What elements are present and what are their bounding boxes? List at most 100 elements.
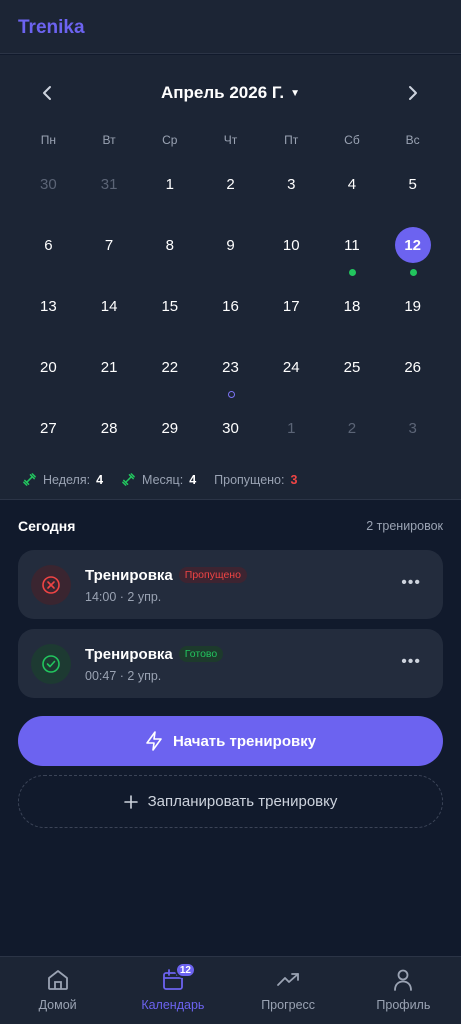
calendar-day[interactable]: 30 <box>200 399 261 460</box>
month-selector[interactable]: Апрель 2026 Г. ▼ <box>0 83 461 103</box>
day-number: 30 <box>222 419 239 437</box>
chevron-right-icon <box>409 86 417 100</box>
workout-meta: 00:47 · 2 упр. <box>85 669 161 683</box>
day-number: 3 <box>408 419 417 437</box>
more-options-icon[interactable]: ••• <box>401 653 421 671</box>
more-options-icon[interactable]: ••• <box>401 574 421 592</box>
tab-progress[interactable]: Прогресс <box>231 957 346 1024</box>
weekday-label: Вт <box>102 133 116 147</box>
calendar-day[interactable]: 15 <box>139 277 200 338</box>
calendar-week: 27 28 29 30 1 2 3 <box>18 399 443 460</box>
stat-missed: Пропущено: 3 <box>214 473 297 487</box>
day-number: 7 <box>104 236 114 254</box>
day-number: 30 <box>40 175 57 193</box>
plan-workout-button[interactable]: Запланировать тренировку <box>18 775 443 828</box>
calendar-day[interactable]: 9 <box>200 216 261 277</box>
calendar-day[interactable]: 25 <box>322 338 383 399</box>
home-icon <box>47 970 68 990</box>
calendar-day[interactable]: 10 <box>261 216 322 277</box>
done-status-icon <box>31 644 71 684</box>
day-number: 26 <box>404 358 422 376</box>
day-number: 2 <box>226 175 235 193</box>
day-number: 20 <box>40 358 57 376</box>
calendar-day[interactable]: 14 <box>79 277 140 338</box>
tab-profile[interactable]: Профиль <box>346 957 461 1024</box>
stat-missed-value: 3 <box>290 472 298 487</box>
calendar-day[interactable]: 11 <box>322 216 383 277</box>
day-number: 31 <box>100 175 118 193</box>
calendar-day[interactable]: 21 <box>79 338 140 399</box>
calendar-day[interactable]: 20 <box>18 338 79 399</box>
calendar-day[interactable]: 7 <box>79 216 140 277</box>
calendar-day[interactable]: 17 <box>261 277 322 338</box>
calendar-grid: 30 31 1 2 3 4 5 6 7 8 9 10 11 12 13 14 15 16 17 18 19 20 21 22 2… <box>18 155 443 460</box>
day-number: 4 <box>347 175 357 193</box>
day-number: 28 <box>100 419 118 437</box>
weekday-label: Пн <box>40 133 56 147</box>
calendar-week: 6 7 8 9 10 11 12 <box>18 216 443 277</box>
next-month-button[interactable] <box>398 80 428 106</box>
calendar-day[interactable]: 24 <box>261 338 322 399</box>
weekday-label: Сб <box>344 133 360 147</box>
completed-workout-dot <box>348 269 356 276</box>
workout-exercises: 2 упр. <box>127 590 162 604</box>
workout-card[interactable]: Тренировка Готово 00:47 · 2 упр. ••• <box>18 629 443 698</box>
workout-title-row: Тренировка Готово <box>85 646 224 663</box>
day-number: 1 <box>287 419 296 437</box>
calendar-day-today[interactable]: 12 <box>382 216 443 277</box>
day-number: 5 <box>408 175 417 193</box>
calendar-day[interactable]: 31 <box>79 155 140 216</box>
calendar-day[interactable]: 18 <box>322 277 383 338</box>
stat-week: Неделя: 4 <box>22 472 103 487</box>
day-number: 6 <box>44 236 53 254</box>
stat-week-label: Неделя: <box>43 472 91 487</box>
day-number: 18 <box>343 297 361 315</box>
tab-home[interactable]: Домой <box>0 957 115 1024</box>
calendar-day[interactable]: 29 <box>139 399 200 460</box>
calendar-day[interactable]: 30 <box>18 155 79 216</box>
calendar-day[interactable]: 4 <box>322 155 383 216</box>
completed-workout-dot <box>409 269 417 276</box>
calendar-day[interactable]: 6 <box>18 216 79 277</box>
day-number: 12 <box>394 227 431 263</box>
calendar-day[interactable]: 22 <box>139 338 200 399</box>
stat-missed-label: Пропущено: <box>214 472 285 487</box>
day-number: 29 <box>161 419 179 437</box>
plus-icon <box>123 794 138 809</box>
calendar-day[interactable]: 5 <box>382 155 443 216</box>
tab-calendar[interactable]: 12 Календарь <box>115 957 230 1024</box>
calendar-day[interactable]: 26 <box>382 338 443 399</box>
calendar-day[interactable]: 8 <box>139 216 200 277</box>
calendar-day[interactable]: 2 <box>200 155 261 216</box>
plan-workout-label: Запланировать тренировку <box>147 793 338 810</box>
workout-title-row: Тренировка Пропущено <box>85 567 247 584</box>
caret-down-icon: ▼ <box>290 88 301 99</box>
dumbbell-icon <box>122 473 135 486</box>
workout-card[interactable]: Тренировка Пропущено 14:00 · 2 упр. ••• <box>18 550 443 619</box>
calendar-week: 30 31 1 2 3 4 5 <box>18 155 443 216</box>
calendar-week: 20 21 22 23 24 25 26 <box>18 338 443 399</box>
calendar-day[interactable]: 2 <box>322 399 383 460</box>
calendar-day[interactable]: 13 <box>18 277 79 338</box>
calendar-day[interactable]: 19 <box>382 277 443 338</box>
workout-exercises: 2 упр. <box>127 669 162 683</box>
calendar-day[interactable]: 28 <box>79 399 140 460</box>
calendar-day[interactable]: 27 <box>18 399 79 460</box>
calendar-day[interactable]: 16 <box>200 277 261 338</box>
tab-label: Календарь <box>141 998 205 1012</box>
calendar-day[interactable]: 3 <box>261 155 322 216</box>
day-number: 17 <box>282 297 300 315</box>
stat-month-label: Месяц: <box>142 472 184 487</box>
calendar-day[interactable]: 1 <box>139 155 200 216</box>
day-number: 2 <box>347 419 357 437</box>
lightning-icon <box>146 731 162 751</box>
calendar-day[interactable]: 1 <box>261 399 322 460</box>
start-workout-button[interactable]: Начать тренировку <box>18 716 443 766</box>
day-number: 21 <box>100 358 118 376</box>
day-number: 24 <box>282 358 300 376</box>
weekday-header: Пн Вт Ср Чт Пт Сб Вс <box>18 133 443 147</box>
today-section-header: Сегодня 2 тренировок <box>18 518 443 534</box>
calendar-day[interactable]: 3 <box>382 399 443 460</box>
tab-label: Профиль <box>376 998 431 1012</box>
calendar-day[interactable]: 23 <box>200 338 261 399</box>
